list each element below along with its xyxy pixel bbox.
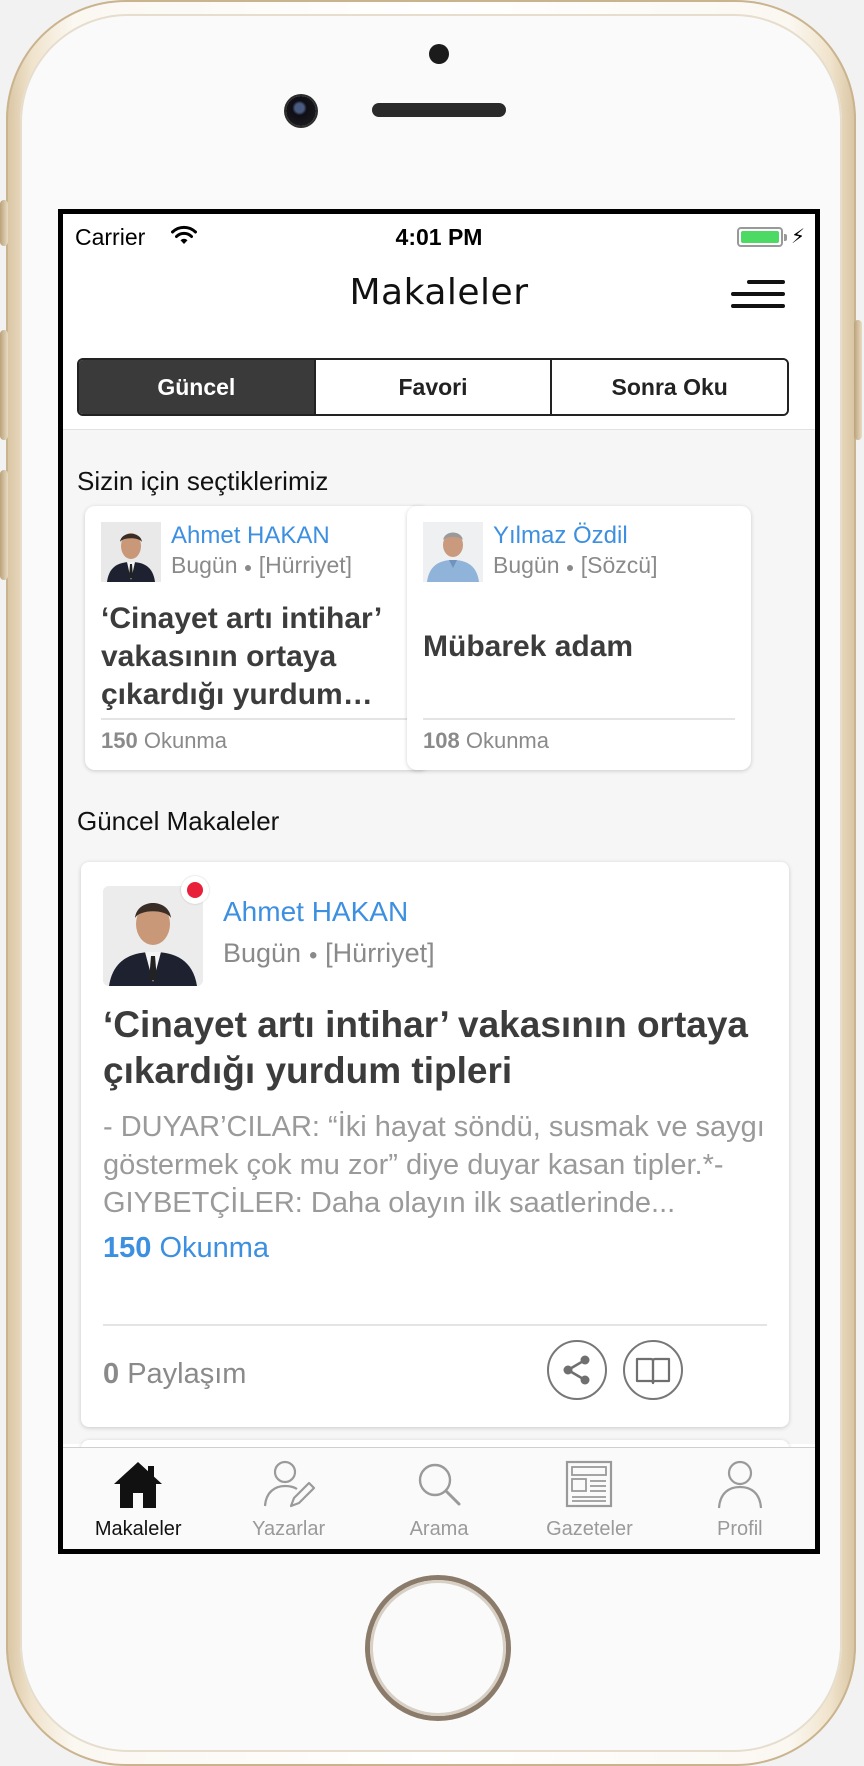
status-bar: Carrier 4:01 PM ⚡ — [63, 214, 815, 258]
divider — [103, 1324, 767, 1326]
divider — [101, 718, 413, 720]
article-source: [Hürriyet] — [258, 552, 353, 578]
article-title[interactable]: Mübarek adam — [423, 628, 735, 666]
tab-label: Profil — [717, 1518, 763, 1540]
volume-up-button — [0, 330, 8, 440]
dot-separator: ● — [243, 558, 253, 575]
profile-icon — [717, 1460, 762, 1509]
tab-profil[interactable]: Profil — [665, 1448, 815, 1549]
app-screen: Carrier 4:01 PM ⚡ Makaleler Güncel Favor… — [58, 209, 820, 1554]
menu-button[interactable] — [731, 280, 785, 310]
page-title: Makaleler — [349, 272, 529, 313]
status-time: 4:01 PM — [395, 224, 483, 250]
share-count: 0 Paylaşım — [103, 1358, 246, 1391]
power-button — [854, 320, 862, 440]
tab-label: Arama — [409, 1518, 469, 1540]
article-source: [Sözcü] — [580, 552, 658, 578]
share-count-label: Paylaşım — [127, 1358, 247, 1390]
segment-favori[interactable]: Favori — [313, 360, 551, 414]
tab-yazarlar[interactable]: Yazarlar — [213, 1448, 363, 1549]
mute-switch — [0, 200, 8, 246]
article-meta: Bugün ● [Sözcü] — [493, 552, 657, 579]
article-date: Bugün — [223, 938, 302, 968]
pick-card[interactable]: Yılmaz Özdil Bugün ● [Sözcü] Mübarek ada… — [407, 506, 751, 770]
search-icon — [418, 1463, 461, 1506]
read-count-value: 150 — [103, 1232, 152, 1264]
book-icon — [635, 1357, 671, 1385]
home-icon — [114, 1462, 163, 1508]
share-icon — [563, 1355, 590, 1385]
tab-bar: Makaleler Yazarlar Arama Gazeteler Profi… — [63, 1447, 815, 1549]
read-later-button[interactable] — [623, 1340, 683, 1400]
article-meta: Bugün ● [Hürriyet] — [223, 938, 435, 969]
charging-icon: ⚡ — [790, 226, 805, 248]
battery-icon — [737, 227, 787, 247]
share-count-value: 0 — [103, 1358, 120, 1390]
article-excerpt: - DUYAR’CILAR: “İki hayat söndü, susmak … — [103, 1111, 765, 1219]
article-source: [Hürriyet] — [325, 938, 435, 968]
share-button[interactable] — [547, 1340, 607, 1400]
tab-gazeteler[interactable]: Gazeteler — [514, 1448, 664, 1549]
tab-label: Yazarlar — [252, 1518, 326, 1540]
tab-label: Gazeteler — [546, 1518, 633, 1540]
read-count-label: Okunma — [143, 728, 227, 753]
read-count: 150 Okunma — [103, 1232, 269, 1265]
read-count: 108 Okunma — [423, 728, 549, 754]
read-count-label: Okunma — [465, 728, 549, 753]
read-count-value: 108 — [423, 728, 460, 753]
author-name[interactable]: Yılmaz Özdil — [493, 522, 628, 550]
writer-icon — [263, 1460, 315, 1508]
article-meta: Bugün ● [Hürriyet] — [171, 552, 352, 579]
front-camera — [286, 96, 316, 126]
article-title[interactable]: ‘Cinayet artı intihar’ vakasının ortaya … — [101, 600, 413, 714]
earpiece-speaker — [372, 103, 506, 117]
current-articles-heading: Güncel Makaleler — [77, 806, 280, 836]
article-title[interactable]: ‘Cinayet artı intihar’ vakasının ortaya … — [103, 1002, 763, 1094]
read-count-value: 150 — [101, 728, 138, 753]
proximity-sensor — [429, 44, 449, 64]
author-name[interactable]: Ahmet HAKAN — [223, 896, 408, 928]
picks-heading: Sizin için seçtiklerimiz — [77, 466, 329, 496]
tab-makaleler[interactable]: Makaleler — [63, 1448, 213, 1549]
read-count-label: Okunma — [159, 1232, 270, 1264]
segment-sonra-oku[interactable]: Sonra Oku — [550, 360, 787, 414]
author-avatar — [423, 522, 483, 582]
tab-label: Makaleler — [94, 1518, 182, 1540]
read-count: 150 Okunma — [101, 728, 227, 754]
newspaper-icon — [566, 1460, 613, 1508]
article-card[interactable]: Ahmet HAKAN Bugün ● [Hürriyet] ‘Cinayet … — [81, 862, 789, 1427]
volume-down-button — [0, 470, 8, 580]
article-date: Bugün — [171, 552, 238, 578]
article-date: Bugün — [493, 552, 560, 578]
author-name[interactable]: Ahmet HAKAN — [171, 522, 330, 550]
dot-separator: ● — [308, 946, 318, 964]
home-button[interactable] — [370, 1580, 506, 1716]
author-avatar — [101, 522, 161, 582]
tab-arama[interactable]: Arama — [364, 1448, 514, 1549]
segment-guncel[interactable]: Güncel — [79, 360, 314, 414]
dot-separator: ● — [565, 558, 575, 575]
divider — [423, 718, 735, 720]
live-indicator — [181, 876, 209, 904]
segmented-control: Güncel Favori Sonra Oku — [77, 358, 789, 416]
pick-card[interactable]: Ahmet HAKAN Bugün ● [Hürriyet] ‘Cinayet … — [85, 506, 429, 770]
phone-frame: Carrier 4:01 PM ⚡ Makaleler Güncel Favor… — [0, 0, 862, 1766]
